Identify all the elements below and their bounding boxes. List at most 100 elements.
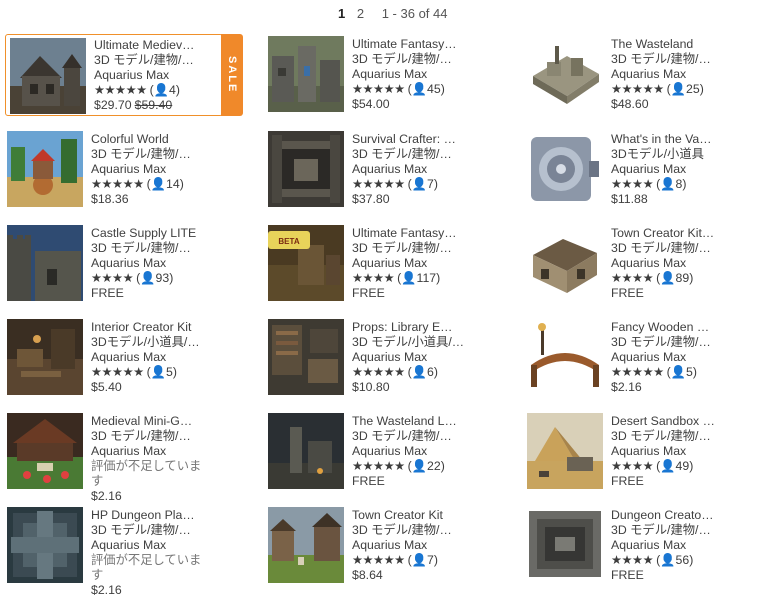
product-publisher[interactable]: Aquarius Max xyxy=(91,350,225,365)
product-thumbnail[interactable] xyxy=(268,507,344,583)
product-publisher[interactable]: Aquarius Max xyxy=(91,538,225,553)
product-category[interactable]: 3D モデル/建物/… xyxy=(611,335,745,350)
product-title[interactable]: Castle Supply LITE xyxy=(91,226,225,241)
product-publisher[interactable]: Aquarius Max xyxy=(91,444,225,459)
product-title[interactable]: The Wasteland L… xyxy=(352,414,486,429)
product-category[interactable]: 3D モデル/建物/… xyxy=(91,429,225,444)
product-thumbnail[interactable] xyxy=(527,131,603,207)
product-category[interactable]: 3D モデル/建物/… xyxy=(352,523,486,538)
product-thumbnail[interactable] xyxy=(527,507,603,583)
product-card[interactable]: Medieval Mini-G… 3D モデル/建物/… Aquarius Max 評… xyxy=(7,413,243,503)
product-card[interactable]: Ultimate Fantasy… 3D モデル/建物/… Aquarius Max… xyxy=(268,36,504,124)
product-category[interactable]: 3D モデル/建物/… xyxy=(352,147,486,162)
product-publisher[interactable]: Aquarius Max xyxy=(611,444,745,459)
product-thumbnail[interactable] xyxy=(7,131,83,207)
product-title[interactable]: Ultimate Mediev… xyxy=(94,38,228,53)
product-publisher[interactable]: Aquarius Max xyxy=(352,538,486,553)
product-title[interactable]: Ultimate Fantasy… xyxy=(352,37,486,52)
product-category[interactable]: 3D モデル/建物/… xyxy=(611,429,745,444)
product-thumbnail[interactable] xyxy=(10,38,86,114)
product-title[interactable]: Medieval Mini-G… xyxy=(91,414,225,429)
product-card[interactable]: Interior Creator Kit 3Dモデル/小道具/… Aquarius … xyxy=(7,319,243,407)
rating-count: (👤7) xyxy=(407,553,438,567)
product-price: $11.88 xyxy=(611,192,648,206)
product-publisher[interactable]: Aquarius Max xyxy=(611,256,745,271)
product-title[interactable]: Props: Library E… xyxy=(352,320,486,335)
product-card[interactable]: Dungeon Creato… 3D モデル/建物/… Aquarius Max ★★… xyxy=(527,507,763,595)
product-publisher[interactable]: Aquarius Max xyxy=(611,67,745,82)
product-publisher[interactable]: Aquarius Max xyxy=(91,162,225,177)
product-category[interactable]: 3D モデル/建物/… xyxy=(91,523,225,538)
product-thumbnail[interactable] xyxy=(7,225,83,301)
product-thumbnail[interactable] xyxy=(268,413,344,489)
product-category[interactable]: 3D モデル/建物/… xyxy=(611,52,745,67)
product-category[interactable]: 3D モデル/建物/… xyxy=(91,147,225,162)
product-title[interactable]: Ultimate Fantasy… xyxy=(352,226,486,241)
product-publisher[interactable]: Aquarius Max xyxy=(611,350,745,365)
product-card[interactable]: What's in the Va… 3Dモデル/小道具 Aquarius Max ★★… xyxy=(527,131,763,219)
product-thumbnail[interactable] xyxy=(268,319,344,395)
product-thumbnail-image xyxy=(527,319,603,395)
product-thumbnail-image: BETA xyxy=(268,225,344,301)
product-publisher[interactable]: Aquarius Max xyxy=(352,162,486,177)
product-thumbnail[interactable] xyxy=(527,225,603,301)
product-category[interactable]: 3D モデル/建物/… xyxy=(91,241,225,256)
product-title[interactable]: Town Creator Kit xyxy=(352,508,486,523)
product-title[interactable]: The Wasteland xyxy=(611,37,745,52)
page-2-link[interactable]: 2 xyxy=(357,6,364,21)
product-card[interactable]: Fancy Wooden … 3D モデル/建物/… Aquarius Max ★★★… xyxy=(527,319,763,407)
product-thumbnail[interactable] xyxy=(268,131,344,207)
product-card[interactable]: Colorful World 3D モデル/建物/… Aquarius Max ★★★… xyxy=(7,131,243,219)
product-thumbnail[interactable] xyxy=(527,319,603,395)
product-thumbnail[interactable] xyxy=(268,36,344,112)
product-card[interactable]: Props: Library E… 3D モデル/小道具/… Aquarius Ma… xyxy=(268,319,504,407)
product-title[interactable]: Interior Creator Kit xyxy=(91,320,225,335)
product-title[interactable]: Survival Crafter: … xyxy=(352,132,486,147)
product-publisher[interactable]: Aquarius Max xyxy=(94,68,228,83)
product-card[interactable]: Desert Sandbox … 3D モデル/建物/… Aquarius Max ★… xyxy=(527,413,763,501)
product-category[interactable]: 3D モデル/建物/… xyxy=(352,52,486,67)
product-title[interactable]: Colorful World xyxy=(91,132,225,147)
rating-count: (👤25) xyxy=(666,82,704,96)
product-category[interactable]: 3D モデル/建物/… xyxy=(94,53,228,68)
product-card[interactable]: Castle Supply LITE 3D モデル/建物/… Aquarius Ma… xyxy=(7,225,243,313)
product-title[interactable]: Town Creator Kit… xyxy=(611,226,745,241)
product-card[interactable]: The Wasteland 3D モデル/建物/… Aquarius Max ★★★★… xyxy=(527,36,763,124)
product-title[interactable]: Dungeon Creato… xyxy=(611,508,745,523)
product-title[interactable]: Fancy Wooden … xyxy=(611,320,745,335)
product-card[interactable]: Ultimate Mediev… 3D モデル/建物/… Aquarius Max ★… xyxy=(5,34,243,116)
product-card[interactable]: Town Creator Kit 3D モデル/建物/… Aquarius Max ★… xyxy=(268,507,504,595)
product-thumbnail[interactable] xyxy=(7,507,83,583)
product-info: Castle Supply LITE 3D モデル/建物/… Aquarius Ma… xyxy=(91,226,225,301)
product-category[interactable]: 3Dモデル/小道具/… xyxy=(91,335,225,350)
product-thumbnail[interactable]: BETA xyxy=(268,225,344,301)
product-thumbnail[interactable] xyxy=(527,36,603,112)
product-category[interactable]: 3D モデル/建物/… xyxy=(611,523,745,538)
product-publisher[interactable]: Aquarius Max xyxy=(91,256,225,271)
product-card[interactable]: HP Dungeon Pla… 3D モデル/建物/… Aquarius Max 評価… xyxy=(7,507,243,597)
product-publisher[interactable]: Aquarius Max xyxy=(352,67,486,82)
product-card[interactable]: Town Creator Kit… 3D モデル/建物/… Aquarius Max… xyxy=(527,225,763,313)
price-row: $2.16 xyxy=(91,583,225,597)
product-category[interactable]: 3Dモデル/小道具 xyxy=(611,147,745,162)
product-card[interactable]: Survival Crafter: … 3D モデル/建物/… Aquarius M… xyxy=(268,131,504,219)
product-thumbnail[interactable] xyxy=(7,319,83,395)
page-1-link[interactable]: 1 xyxy=(338,6,345,21)
product-category[interactable]: 3D モデル/建物/… xyxy=(352,429,486,444)
rating-row: ★★★★ (👤93) xyxy=(91,271,225,286)
product-category[interactable]: 3D モデル/建物/… xyxy=(352,241,486,256)
product-publisher[interactable]: Aquarius Max xyxy=(352,256,486,271)
product-card[interactable]: The Wasteland L… 3D モデル/建物/… Aquarius Max ★… xyxy=(268,413,504,501)
product-category[interactable]: 3D モデル/建物/… xyxy=(611,241,745,256)
product-thumbnail[interactable] xyxy=(7,413,83,489)
product-publisher[interactable]: Aquarius Max xyxy=(352,444,486,459)
product-publisher[interactable]: Aquarius Max xyxy=(611,538,745,553)
product-thumbnail[interactable] xyxy=(527,413,603,489)
product-title[interactable]: HP Dungeon Pla… xyxy=(91,508,225,523)
product-publisher[interactable]: Aquarius Max xyxy=(611,162,745,177)
product-card[interactable]: BETA Ultimate Fantasy… 3D モデル/建物/… Aquarius… xyxy=(268,225,504,313)
product-title[interactable]: What's in the Va… xyxy=(611,132,745,147)
product-title[interactable]: Desert Sandbox … xyxy=(611,414,745,429)
product-category[interactable]: 3D モデル/小道具/… xyxy=(352,335,486,350)
product-publisher[interactable]: Aquarius Max xyxy=(352,350,486,365)
